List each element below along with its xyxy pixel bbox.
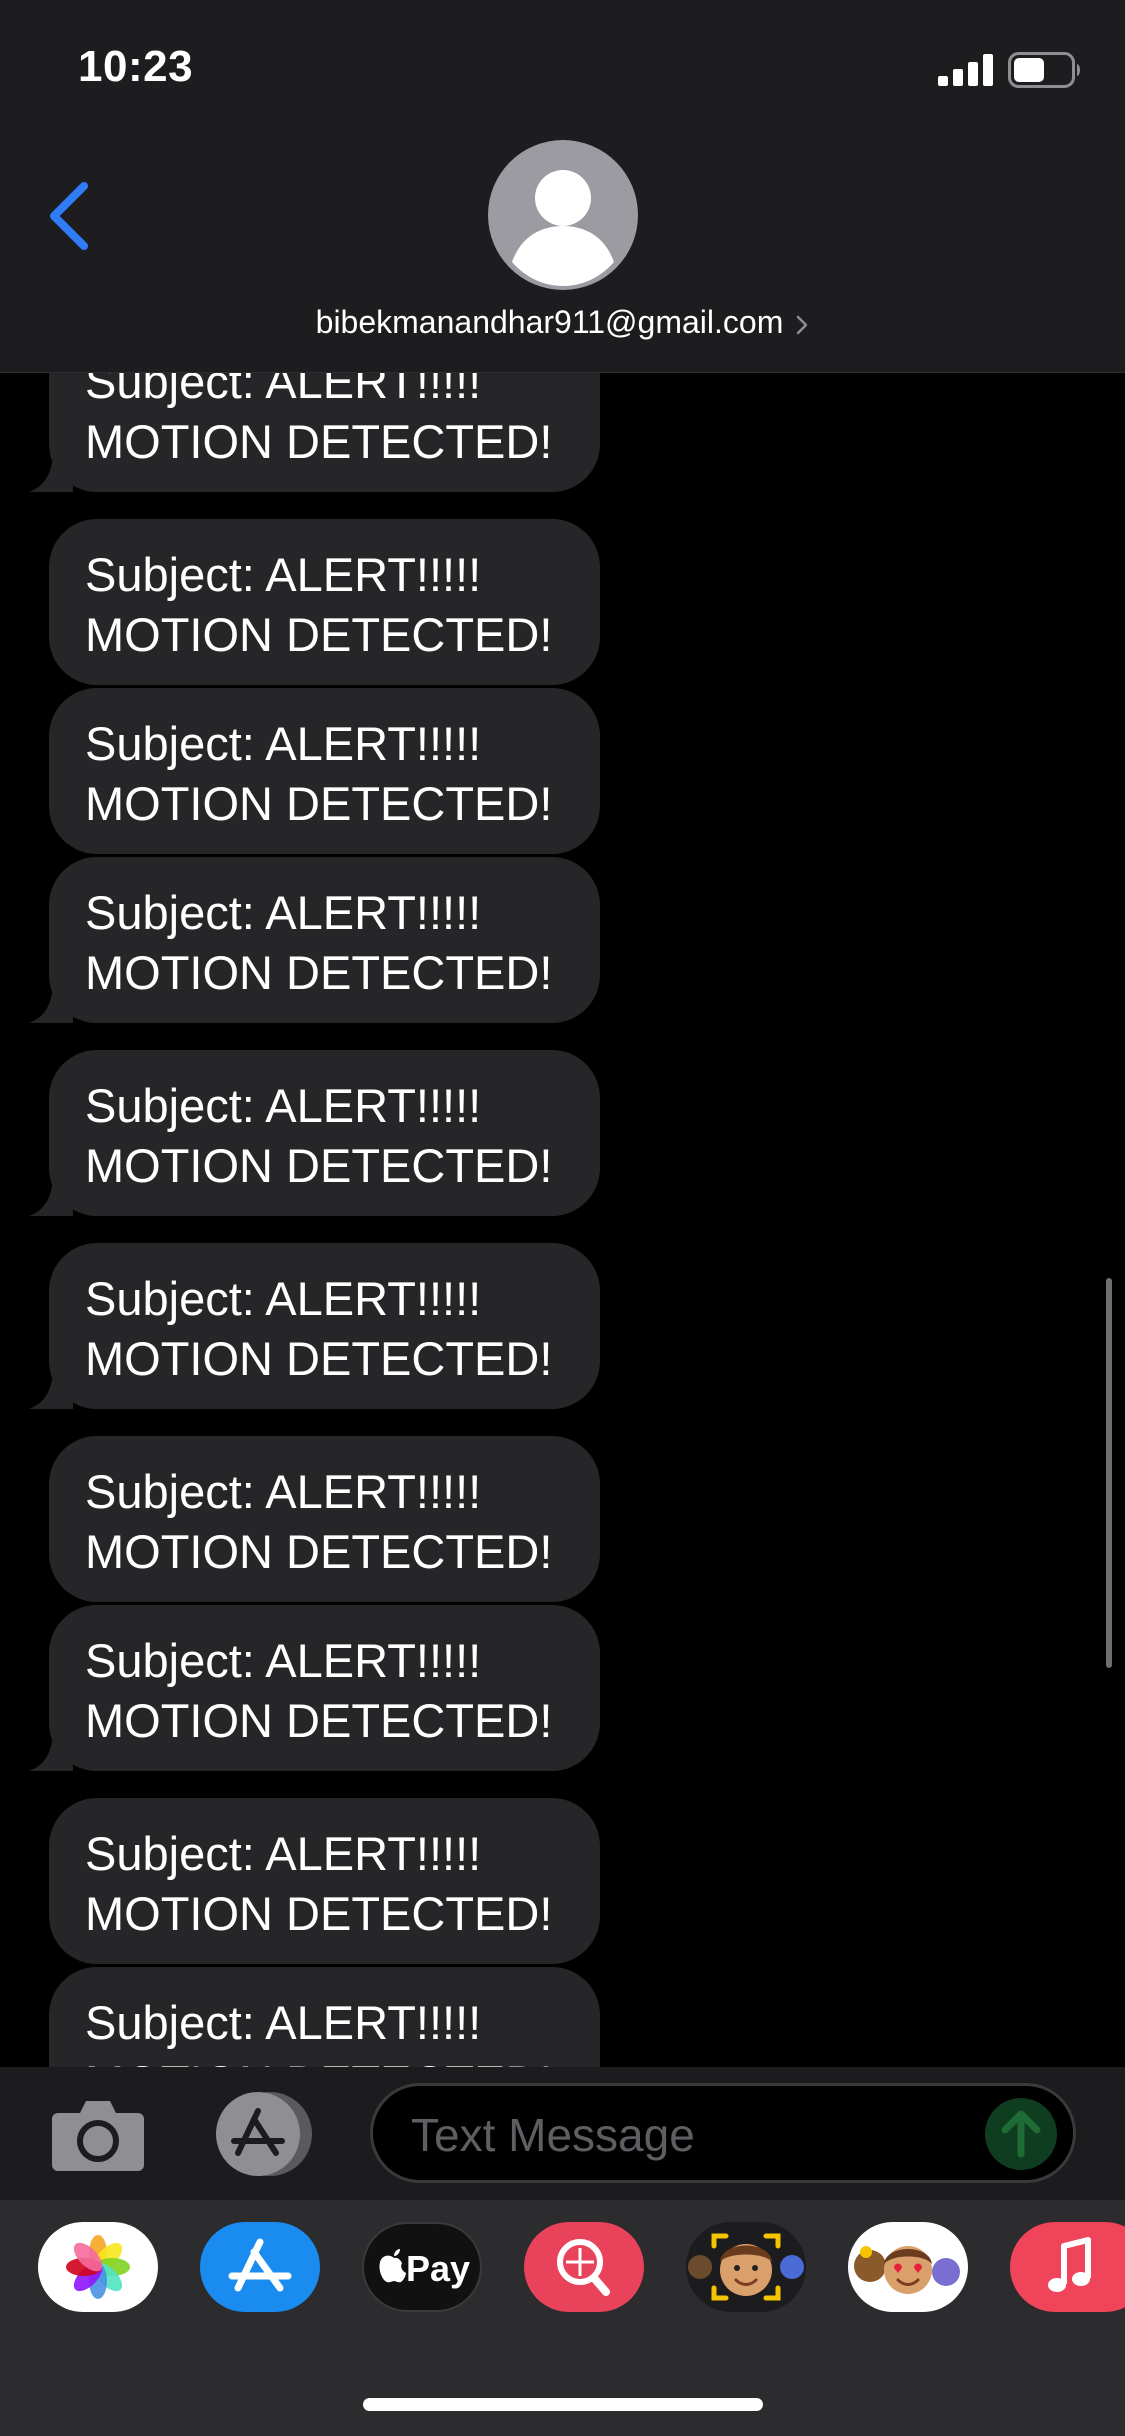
- message-line: MOTION DETECTED!: [85, 1139, 553, 1192]
- message-line: Subject: ALERT!!!!!: [85, 1465, 482, 1518]
- memoji-camera-app-icon[interactable]: [686, 2222, 806, 2312]
- image-search-app-icon[interactable]: [524, 2222, 644, 2312]
- message-line: Subject: ALERT!!!!!: [85, 548, 482, 601]
- music-app-icon[interactable]: [1010, 2222, 1125, 2312]
- message-bubble[interactable]: Subject: ALERT!!!!! MOTION DETECTED!: [49, 519, 600, 685]
- message-line: MOTION DETECTED!: [85, 1525, 553, 1578]
- back-chevron-icon[interactable]: [44, 180, 94, 252]
- message-bubble[interactable]: Subject: ALERT!!!!! MOTION DETECTED!: [29, 1605, 600, 1771]
- contact-avatar[interactable]: [488, 140, 638, 290]
- camera-icon[interactable]: [50, 2097, 146, 2173]
- message-line: MOTION DETECTED!: [85, 946, 553, 999]
- message-line: Subject: ALERT!!!!!: [85, 1634, 482, 1687]
- composer-toolbar: [0, 2067, 1125, 2200]
- bubble-tail: [29, 1735, 73, 1771]
- message-bubble[interactable]: Subject: ALERT!!!!! MOTION DETECTED!: [49, 1798, 600, 1964]
- status-time: 10:23: [78, 42, 194, 91]
- imessage-app-drawer: Pay: [0, 2200, 1125, 2436]
- send-arrow-icon[interactable]: [985, 2098, 1057, 2170]
- conversation-header: 10:23 bibekmanandhar911@gmail.com: [0, 0, 1125, 373]
- apple-pay-app-icon[interactable]: Pay: [362, 2222, 482, 2312]
- bubble-tail: [29, 456, 73, 492]
- message-bubble[interactable]: Subject: ALERT!!!!! MOTION DETECTED!: [49, 1436, 600, 1602]
- bubble-tail: [29, 987, 73, 1023]
- message-line: MOTION DETECTED!: [85, 1887, 553, 1940]
- text-message-input[interactable]: [409, 2104, 973, 2166]
- message-line: Subject: ALERT!!!!!: [85, 1827, 482, 1880]
- message-line: MOTION DETECTED!: [85, 777, 553, 830]
- message-line: Subject: ALERT!!!!!: [85, 717, 482, 770]
- text-message-field[interactable]: [370, 2083, 1076, 2183]
- message-bubble[interactable]: Subject: ALERT!!!!! MOTION DETECTED!: [49, 1967, 600, 2067]
- app-store-app-icon[interactable]: [200, 2222, 320, 2312]
- app-store-button-icon[interactable]: [208, 2091, 318, 2177]
- message-line: MOTION DETECTED!: [85, 1332, 553, 1385]
- apple-pay-label: Pay: [405, 2248, 471, 2289]
- photos-app-icon[interactable]: [38, 2222, 158, 2312]
- memoji-stickers-app-icon[interactable]: [848, 2222, 968, 2312]
- message-bubble[interactable]: Subject: ALERT!!!!! MOTION DETECTED!: [29, 1243, 600, 1409]
- contact-name: bibekmanandhar911@gmail.com: [315, 304, 784, 340]
- scroll-indicator[interactable]: [1106, 1278, 1112, 1668]
- battery-icon: [1008, 52, 1080, 88]
- message-bubble[interactable]: Subject: ALERT!!!!! MOTION DETECTED!: [29, 1050, 600, 1216]
- contact-name-button[interactable]: bibekmanandhar911@gmail.com: [0, 304, 1125, 341]
- message-bubble[interactable]: Subject: ALERT!!!!! MOTION DETECTED!: [29, 857, 600, 1023]
- message-line: Subject: ALERT!!!!!: [85, 886, 482, 939]
- message-line: Subject: ALERT!!!!!: [85, 1996, 482, 2049]
- chevron-right-icon: [797, 315, 808, 334]
- message-line: MOTION DETECTED!: [85, 608, 553, 661]
- home-indicator[interactable]: [363, 2398, 763, 2411]
- message-line: MOTION DETECTED!: [85, 1694, 553, 1747]
- bubble-tail: [29, 1373, 73, 1409]
- message-line: Subject: ALERT!!!!!: [85, 1272, 482, 1325]
- message-line: MOTION DETECTED!: [85, 415, 553, 468]
- message-line: Subject: ALERT!!!!!: [85, 1079, 482, 1132]
- message-bubble[interactable]: Subject: ALERT!!!!! MOTION DETECTED!: [49, 688, 600, 854]
- cellular-signal-icon: [938, 54, 993, 86]
- message-line: MOTION DETECTED!: [85, 2053, 600, 2067]
- bubble-tail: [29, 1180, 73, 1216]
